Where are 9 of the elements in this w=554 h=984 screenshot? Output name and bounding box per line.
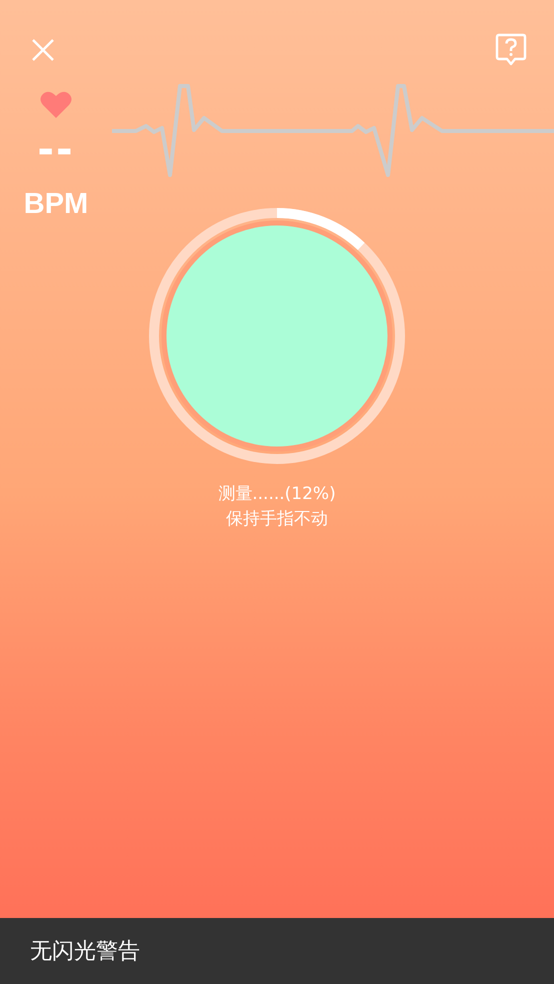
measuring-status: 测量......(12%) (218, 483, 336, 506)
measure-button[interactable] (162, 220, 392, 452)
toast-message: 无闪光警告 (30, 938, 140, 966)
close-icon[interactable] (31, 38, 55, 62)
bpm-label: BPM (24, 188, 88, 221)
heart-icon (40, 90, 72, 118)
instruction-text: 保持手指不动 (226, 508, 328, 531)
help-icon[interactable] (495, 33, 527, 67)
heart-rate-value: -- (37, 130, 75, 170)
